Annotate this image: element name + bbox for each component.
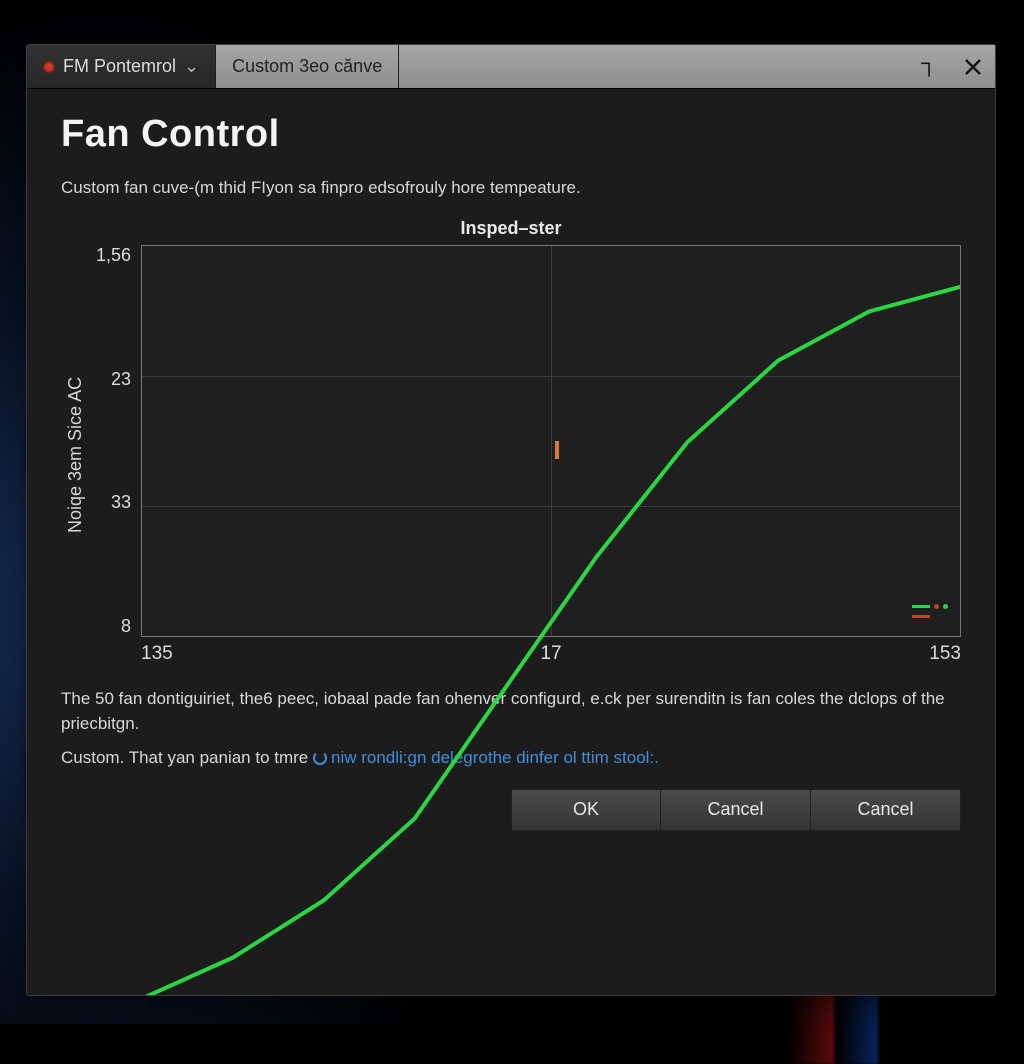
chart-title: Insped–ster [61, 218, 961, 239]
y-tick: 23 [111, 369, 131, 390]
chart-area: Noiqe 3em Sice AC 1,56 23 33 8 [61, 245, 961, 665]
close-icon [964, 58, 982, 76]
titlebar-spacer [399, 45, 907, 88]
y-tick: 8 [121, 616, 131, 637]
current-temp-marker[interactable] [555, 441, 559, 459]
tab-secondary-label: Custom 3eo cănve [232, 56, 382, 77]
tab-primary[interactable]: FM Pontemrol ⌄ [27, 45, 216, 88]
record-icon [43, 61, 55, 73]
tab-primary-label: FM Pontemrol [63, 56, 176, 77]
titlebar: FM Pontemrol ⌄ Custom 3eo cănve ┐ [27, 45, 995, 89]
fan-curve-plot[interactable] [141, 245, 961, 637]
y-axis-label: Noiqe 3em Sice AC [61, 245, 90, 665]
fan-control-window: FM Pontemrol ⌄ Custom 3eo cănve ┐ Fan Co… [26, 44, 996, 996]
tab-secondary[interactable]: Custom 3eo cănve [216, 45, 399, 88]
fan-curve-line [142, 246, 960, 995]
y-tick: 33 [111, 492, 131, 513]
chevron-down-icon[interactable]: ⌄ [184, 56, 199, 77]
minimize-icon: ┐ [921, 50, 937, 76]
window-body: Fan Control Custom fan cuve-(m thid FIyo… [27, 89, 995, 995]
y-axis-ticks: 1,56 23 33 8 [90, 245, 141, 665]
close-button[interactable] [951, 45, 995, 88]
y-tick: 1,56 [96, 245, 131, 266]
minimize-button[interactable]: ┐ [907, 45, 951, 88]
chart-legend [912, 604, 948, 618]
page-subtitle: Custom fan cuve-(m thid FIyon sa finpro … [61, 178, 961, 198]
page-title: Fan Control [61, 113, 961, 156]
